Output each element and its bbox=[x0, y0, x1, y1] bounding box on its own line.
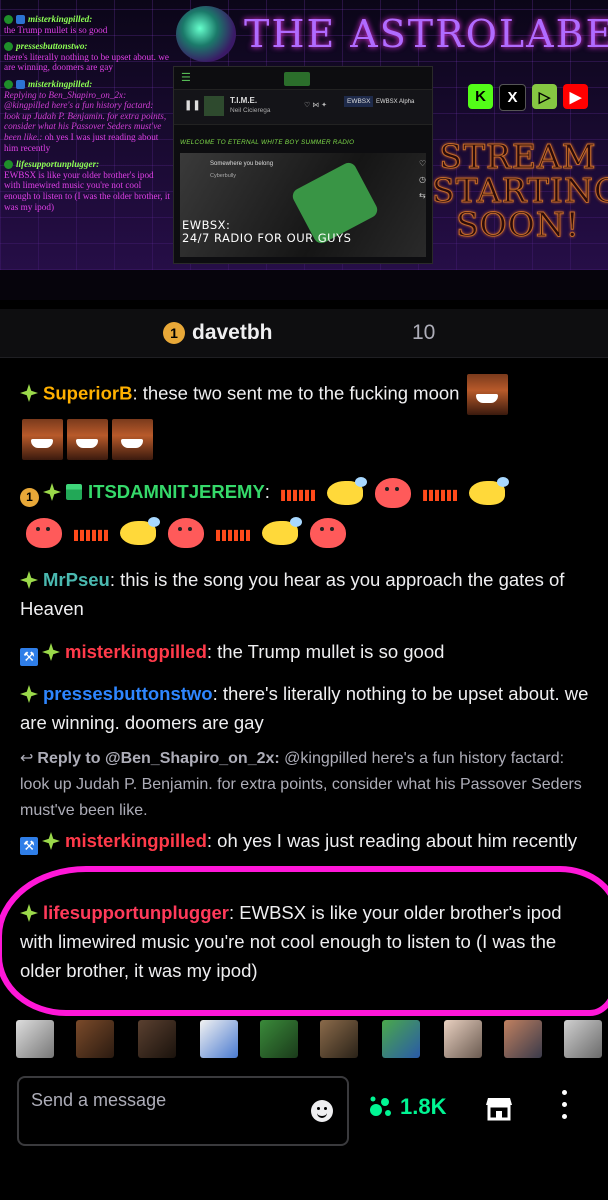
fish-emote[interactable] bbox=[469, 477, 510, 506]
social-icons: K X ▷ ▶ bbox=[468, 84, 588, 111]
overlay-message: misterkingpilled: Replying to Ben_Shapir… bbox=[4, 78, 167, 153]
reply-arrow-icon: ↩ bbox=[20, 750, 34, 767]
blob-emote[interactable] bbox=[168, 518, 204, 549]
blob-emote[interactable] bbox=[375, 478, 412, 509]
emote-tray bbox=[0, 1016, 608, 1060]
fish-emote[interactable] bbox=[120, 517, 160, 546]
more-options-icon[interactable] bbox=[558, 1090, 570, 1124]
chat-message: MrPseu: this is the song you hear as you… bbox=[20, 569, 565, 619]
overlay-message: lifesupportunplugger: EWBSX is like your… bbox=[4, 159, 170, 212]
sparkle-badge-icon bbox=[20, 685, 38, 703]
moderator-icon bbox=[16, 14, 25, 24]
chat-list[interactable]: SuperiorB: these two sent me to the fuck… bbox=[0, 362, 608, 1010]
x-icon: X bbox=[499, 84, 526, 111]
tray-emote[interactable] bbox=[320, 1020, 358, 1058]
sparkle-badge-icon bbox=[42, 832, 60, 850]
tray-emote[interactable] bbox=[138, 1020, 176, 1058]
radio-player-screenshot: ☰ ❚❚ T.I.M.E. Neil Cicierega ♡ ⋈ ✦ EWBSX… bbox=[173, 66, 433, 264]
laughing-emote[interactable] bbox=[466, 374, 508, 415]
gavel-badge-icon: ⚒ bbox=[20, 837, 38, 855]
pause-icon: ❚❚ bbox=[184, 100, 201, 111]
bars-emote[interactable] bbox=[74, 529, 108, 542]
chat-message: SuperiorB: these two sent me to the fuck… bbox=[20, 372, 592, 462]
now-playing-bar: ❚❚ T.I.M.E. Neil Cicierega ♡ ⋈ ✦ EWBSX E… bbox=[174, 89, 432, 125]
emoji-picker-icon[interactable] bbox=[311, 1100, 333, 1122]
rumble-icon: ▷ bbox=[532, 84, 557, 109]
chat-text: oh yes I was just reading about him rece… bbox=[217, 830, 578, 851]
sparkle-badge-icon bbox=[20, 904, 38, 922]
laughing-emote[interactable] bbox=[112, 419, 153, 460]
tray-emote[interactable] bbox=[564, 1020, 602, 1058]
chat-username[interactable]: SuperiorB bbox=[43, 382, 132, 403]
gavel-badge-icon: ⚒ bbox=[20, 648, 38, 666]
hamburger-icon: ☰ bbox=[181, 72, 191, 84]
tray-emote[interactable] bbox=[16, 1020, 54, 1058]
chat-text: these two sent me to the fucking moon bbox=[142, 382, 460, 404]
badge-icon bbox=[4, 79, 13, 89]
radio-logo bbox=[284, 72, 310, 86]
kick-icon: K bbox=[468, 84, 493, 109]
chat-message: ⚒ misterkingpilled: the Trump mullet is s… bbox=[20, 637, 592, 666]
chat-message: 1 ITSDAMNITJEREMY: bbox=[20, 472, 592, 552]
chat-message: pressesbuttonstwo: there's literally not… bbox=[20, 683, 589, 733]
blob-emote[interactable] bbox=[26, 518, 62, 549]
channel-name[interactable]: davetbh bbox=[192, 321, 273, 345]
badge-icon bbox=[4, 41, 13, 51]
overlay-message: pressesbuttonstwo: there's literally not… bbox=[4, 41, 169, 73]
chat-message: lifesupportunplugger: EWBSX is like your… bbox=[20, 902, 562, 981]
laughing-emote[interactable] bbox=[67, 419, 108, 460]
rank-one-badge-icon: 1 bbox=[20, 488, 39, 507]
tray-emote[interactable] bbox=[504, 1020, 542, 1058]
blob-emote[interactable] bbox=[310, 518, 346, 549]
player-controls-icons: ♡ ⋈ ✦ bbox=[304, 102, 328, 109]
chat-text: the Trump mullet is so good bbox=[217, 641, 445, 662]
sparkle-badge-icon bbox=[20, 384, 38, 403]
tray-emote[interactable] bbox=[76, 1020, 114, 1058]
bars-emote[interactable] bbox=[281, 489, 316, 502]
sparkle-badge-icon bbox=[43, 483, 61, 501]
chat-username[interactable]: misterkingpilled bbox=[65, 641, 207, 662]
chat-message: ⚒ misterkingpilled: oh yes I was just rea… bbox=[20, 826, 592, 855]
tray-emote[interactable] bbox=[444, 1020, 482, 1058]
radio-caption: EWBSX: 24/7 RADIO FOR OUR GUYS bbox=[182, 218, 352, 245]
gift-badge-icon bbox=[66, 484, 82, 500]
astrolabe-logo bbox=[176, 6, 236, 62]
viewer-count: 10 bbox=[412, 321, 436, 344]
reply-context[interactable]: ↩ Reply to @Ben_Shapiro_on_2x: @kingpille… bbox=[20, 746, 592, 824]
channel-points-button[interactable]: 1.8K bbox=[368, 1094, 446, 1120]
bars-emote[interactable] bbox=[423, 489, 458, 502]
channel-points-count: 1.8K bbox=[400, 1094, 447, 1119]
tray-emote[interactable] bbox=[260, 1020, 298, 1058]
chat-username[interactable]: MrPseu bbox=[43, 569, 110, 590]
stream-starting-soon: STREAM STARTING SOON! bbox=[432, 137, 608, 244]
channel-header: 1 davetbh 10 bbox=[0, 309, 608, 358]
sparkle-badge-icon bbox=[20, 571, 38, 589]
message-input[interactable]: Send a message bbox=[17, 1076, 349, 1146]
chat-username[interactable]: lifesupportunplugger bbox=[43, 902, 229, 923]
tray-emote[interactable] bbox=[382, 1020, 420, 1058]
fish-emote[interactable] bbox=[327, 477, 368, 506]
chat-username[interactable]: ITSDAMNITJEREMY bbox=[88, 481, 265, 502]
chat-username[interactable]: pressesbuttonstwo bbox=[43, 683, 213, 704]
chat-username[interactable]: misterkingpilled bbox=[65, 830, 207, 851]
bars-emote[interactable] bbox=[216, 529, 250, 542]
moderator-icon bbox=[16, 79, 25, 89]
album-art bbox=[204, 96, 224, 116]
sparkle-badge-icon bbox=[42, 643, 60, 661]
stream-title: THE ASTROLABE bbox=[244, 12, 608, 56]
laughing-emote[interactable] bbox=[22, 419, 63, 460]
fish-emote[interactable] bbox=[262, 517, 302, 546]
stream-video[interactable]: misterkingpilled: the Trump mullet is so… bbox=[0, 0, 608, 300]
youtube-icon: ▶ bbox=[563, 84, 588, 109]
store-icon[interactable] bbox=[484, 1092, 514, 1122]
overlay-message: misterkingpilled: the Trump mullet is so… bbox=[4, 14, 108, 35]
tray-emote[interactable] bbox=[200, 1020, 238, 1058]
message-placeholder: Send a message bbox=[31, 1090, 167, 1110]
rank-badge: 1 bbox=[163, 322, 185, 344]
badge-icon bbox=[4, 159, 13, 169]
badge-icon bbox=[4, 14, 13, 24]
channel-points-icon bbox=[370, 1096, 391, 1116]
stream-chat-overlay: misterkingpilled: the Trump mullet is so… bbox=[4, 14, 170, 218]
side-icons: ♡ ◷ ⇆ bbox=[419, 159, 427, 200]
